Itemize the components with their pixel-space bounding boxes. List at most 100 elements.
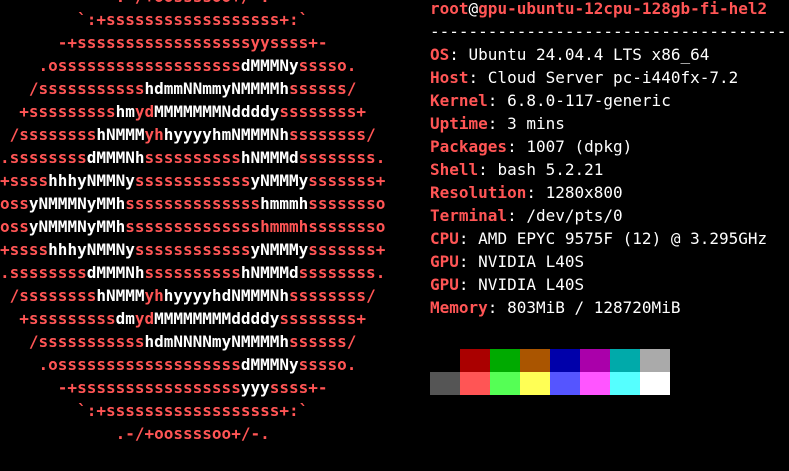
logo-segment: .osssssssssssssssssss xyxy=(0,56,241,75)
color-swatch-normal-6 xyxy=(610,349,640,372)
logo-segment: /ssssssss xyxy=(0,125,97,144)
info-colon: : xyxy=(487,91,508,110)
logo-segment: ssssssss. xyxy=(298,148,386,167)
logo-segment: hdmNNNNmyNMMMMh xyxy=(144,332,290,351)
logo-segment: sssso. xyxy=(298,56,395,75)
color-swatch-bright-2 xyxy=(490,372,520,395)
info-row: Memory: 803MiB / 128720MiB xyxy=(430,296,789,319)
info-colon: : xyxy=(449,45,469,64)
info-rows: OS: Ubuntu 24.04.4 LTS x86_64 Host: Cloud… xyxy=(430,43,789,319)
hostname: gpu-ubuntu-12cpu-128gb-fi-hel2 xyxy=(478,0,768,18)
info-value: NVIDIA L40S xyxy=(478,252,585,271)
info-key: Host xyxy=(430,68,469,87)
logo-line: +sssssssssdmydMMMMMMMMddddyssssssss+ xyxy=(0,309,385,328)
logo-segment: ssssssss. xyxy=(298,263,386,282)
logo-line: ossyNMMMNyMMhsssssssssssssshmmmhssssssso xyxy=(0,194,385,213)
logo-segment: yd xyxy=(134,309,155,328)
color-swatch-normal-1 xyxy=(460,349,490,372)
logo-segment: hNMMM xyxy=(96,286,145,305)
info-value: 803MiB / 128720MiB xyxy=(507,298,681,317)
logo-segment: hNMMMd xyxy=(240,263,299,282)
info-key: Terminal xyxy=(430,206,508,225)
info-value: 6.8.0-117-generic xyxy=(507,91,671,110)
logo-segment: .-/+oossssoo+/-. xyxy=(0,0,385,6)
at-sign: @ xyxy=(468,0,479,18)
logo-line: /sssssssshNMMMyhhyyyyhdNMMMNhssssssss/ xyxy=(0,286,385,305)
logo-line: /sssssssshNMMMyhhyyyyhmNMMMNhssssssss/ xyxy=(0,125,385,144)
logo-segment: dMMMNy xyxy=(240,355,299,374)
color-palette xyxy=(430,349,670,395)
logo-line: +sssshhhyNMMNyssssssssssssyNMMMysssssss+ xyxy=(0,240,385,259)
logo-segment: ssssssss+ xyxy=(279,309,386,328)
info-value: Cloud Server pc-i440fx-7.2 xyxy=(487,68,739,87)
logo-segment: dm xyxy=(115,309,135,328)
logo-segment: ssssss/ xyxy=(289,332,386,351)
logo-segment: `:+ssssssssssssssssss+:` xyxy=(0,10,386,29)
info-key: OS xyxy=(430,45,450,64)
logo-segment: +sssssssss xyxy=(0,309,116,328)
logo-segment: .-/+oossssoo+/-. xyxy=(0,424,386,443)
color-swatch-bright-5 xyxy=(580,372,610,395)
palette-row-bright xyxy=(430,372,670,395)
logo-line: .-/+oossssoo+/-. xyxy=(0,424,385,443)
info-key: Uptime xyxy=(430,114,488,133)
logo-segment: .osssssssssssssssssss xyxy=(0,355,241,374)
logo-line: .osssssssssssssssssssdMMMNysssso. xyxy=(0,56,395,75)
info-row: GPU: NVIDIA L40S xyxy=(430,250,789,273)
info-key: Resolution xyxy=(430,183,527,202)
ubuntu-ascii-logo: .-/+oossssoo+/-. `:+ssssssssssssssssss+:… xyxy=(0,0,395,445)
logo-segment: hm xyxy=(115,102,135,121)
color-swatch-normal-4 xyxy=(550,349,580,372)
logo-segment: sssssssssssssshmmmhssssssso xyxy=(125,217,386,236)
info-value: bash 5.2.21 xyxy=(497,160,604,179)
username: root xyxy=(430,0,469,18)
logo-segment: /sssssssssss xyxy=(0,79,145,98)
logo-segment: /sssssssssss xyxy=(0,332,145,351)
color-swatch-bright-4 xyxy=(550,372,580,395)
info-colon: : xyxy=(468,68,488,87)
logo-line: .ssssssssdMMMNhsssssssssshNMMMdssssssss. xyxy=(0,148,385,167)
color-swatch-bright-3 xyxy=(520,372,550,395)
logo-segment: ssss+- xyxy=(269,378,386,397)
logo-segment: +sssssssss xyxy=(0,102,116,121)
logo-segment: -+ssssssssssssssssssyyssss+- xyxy=(0,33,386,52)
info-colon: : xyxy=(487,114,508,133)
logo-line: `:+ssssssssssssssssss+:` xyxy=(0,401,385,420)
info-colon: : xyxy=(458,252,479,271)
logo-segment: yNMMMy xyxy=(250,240,309,259)
logo-segment: hyyyyhmNMMMNh xyxy=(163,125,289,144)
logo-segment: +ssss xyxy=(0,240,49,259)
color-swatch-normal-7 xyxy=(640,349,670,372)
color-swatch-normal-2 xyxy=(490,349,520,372)
info-colon: : xyxy=(507,206,527,225)
logo-segment: ssssssssssss xyxy=(134,240,251,259)
info-value: 1007 (dpkg) xyxy=(526,137,633,156)
info-row: Shell: bash 5.2.21 xyxy=(430,158,789,181)
info-value: 3 mins xyxy=(507,114,565,133)
logo-segment: sssssss+ xyxy=(308,240,386,259)
logo-line: ossyNMMMNyMMhsssssssssssssshmmmhssssssso xyxy=(0,217,385,236)
info-key: Memory xyxy=(430,298,488,317)
logo-segment: ssssssssss xyxy=(144,148,241,167)
info-row: Kernel: 6.8.0-117-generic xyxy=(430,89,789,112)
info-colon: : xyxy=(458,275,479,294)
logo-segment: ssssssssssss xyxy=(134,171,251,190)
color-swatch-normal-5 xyxy=(580,349,610,372)
logo-segment: MMMMMMMMddddy xyxy=(154,309,280,328)
logo-segment: dMMMNh xyxy=(86,148,145,167)
logo-segment: .ssssssss xyxy=(0,263,87,282)
separator-line: -------------------------------------- xyxy=(430,22,789,41)
color-swatch-bright-7 xyxy=(640,372,670,395)
info-row: Terminal: /dev/pts/0 xyxy=(430,204,789,227)
logo-segment: hNMMM xyxy=(96,125,145,144)
logo-line: -+sssssssssssssssssyyyssss+- xyxy=(0,378,385,397)
info-row: Packages: 1007 (dpkg) xyxy=(430,135,789,158)
system-info-panel: root@gpu-ubuntu-12cpu-128gb-fi-hel2 ----… xyxy=(430,0,789,319)
info-row: Uptime: 3 mins xyxy=(430,112,789,135)
logo-segment: `:+ssssssssssssssssss+:` xyxy=(0,401,386,420)
logo-line: .osssssssssssssssssssdMMMNysssso. xyxy=(0,355,395,374)
logo-segment: hyyyyhdNMMMNh xyxy=(163,286,289,305)
logo-segment: ssssss/ xyxy=(289,79,386,98)
logo-segment: yd xyxy=(134,102,155,121)
info-row: Host: Cloud Server pc-i440fx-7.2 xyxy=(430,66,789,89)
